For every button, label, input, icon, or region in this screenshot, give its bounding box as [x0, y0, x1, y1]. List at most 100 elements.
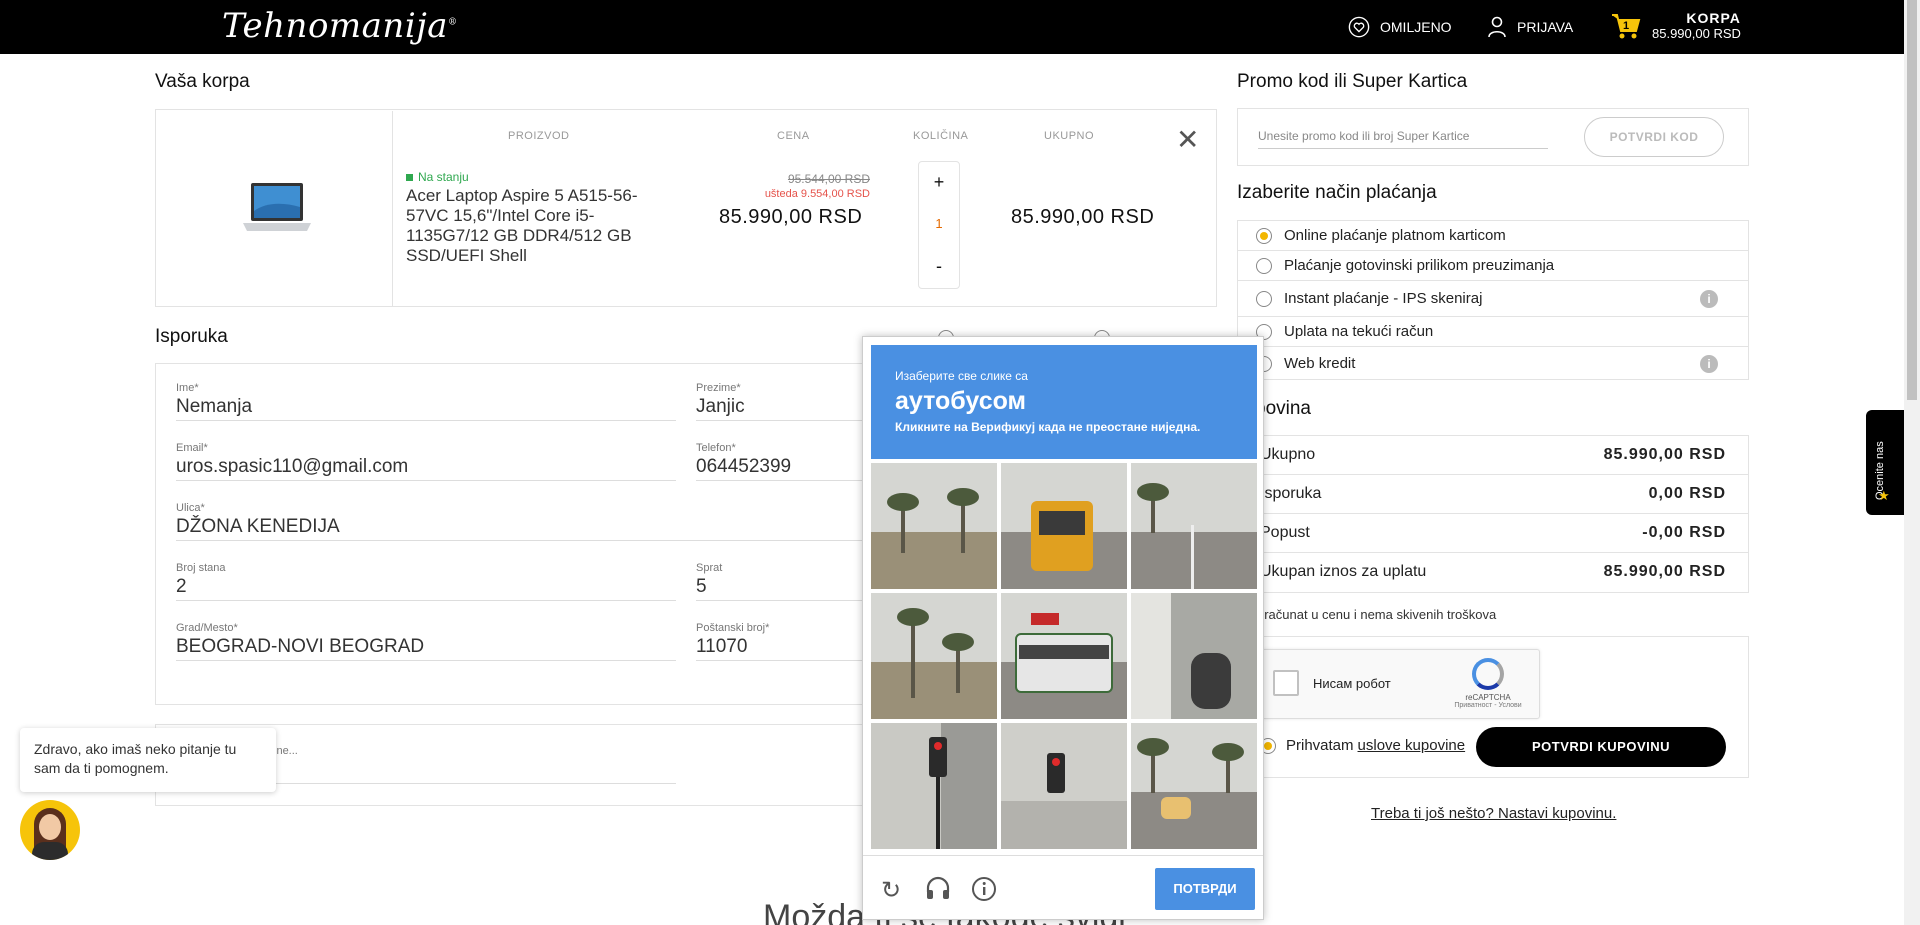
cart-count-badge: 1 [1623, 20, 1630, 32]
cart-icon-wrap: 1 [1610, 11, 1642, 41]
continue-shopping-link[interactable]: Treba ti još nešto? Nastavi kupovinu. [1371, 805, 1616, 822]
summary-delivery-value: 0,00 RSD [1648, 485, 1726, 502]
captcha-keyword: аутобусом [895, 387, 1027, 415]
product-name-link[interactable]: Acer Laptop Aspire 5 A515-56-57VC 15,6"/… [406, 186, 646, 266]
terms-link[interactable]: uslove kupovine [1358, 737, 1466, 754]
captcha-tile-2[interactable] [1001, 463, 1127, 589]
ips-info-icon[interactable]: i [1700, 289, 1718, 308]
chat-avatar[interactable] [20, 800, 80, 860]
captcha-tile-3[interactable] [1131, 463, 1257, 589]
captcha-instructions: Изаберите све слике са аутобусом Кликнит… [871, 345, 1257, 459]
recaptcha-logo: reCAPTCHA Приватност - Услови [1445, 658, 1531, 709]
laptop-image [243, 183, 311, 231]
cart-box: PROIZVOD CENA KOLIČINA UKUPNO Na stanju … [155, 109, 1217, 307]
tehnomanija-logo[interactable]: Tehnomanija® [222, 6, 458, 46]
city-field[interactable]: Grad/Mesto* BEOGRAD-NOVI BEOGRAD [176, 622, 676, 661]
payment-options: Online plaćanje platnom karticom Plaćanj… [1237, 220, 1749, 380]
column-quantity: KOLIČINA [913, 130, 969, 142]
summary-total-value: 85.990,00 RSD [1603, 446, 1726, 463]
product-image[interactable] [157, 111, 393, 307]
captcha-tile-7[interactable] [871, 723, 997, 849]
captcha-tile-6[interactable] [1131, 593, 1257, 719]
payment-radio-card[interactable] [1256, 227, 1272, 244]
feedback-tab[interactable]: Ocenite nas ★ [1866, 410, 1904, 515]
payment-option-cash[interactable]: Plaćanje gotovinski prilikom preuzimanja [1238, 251, 1748, 281]
saving-amount: ušteda 9.554,00 RSD [764, 188, 870, 200]
favorites-link[interactable]: OMILJENO [1348, 16, 1452, 38]
payment-label-cash: Plaćanje gotovinski prilikom preuzimanja [1284, 257, 1555, 274]
payment-option-transfer[interactable]: Uplata na tekući račun [1238, 317, 1748, 347]
confirm-box: Нисам робот reCAPTCHA Приватност - Услов… [1237, 636, 1749, 778]
city-input[interactable]: BEOGRAD-NOVI BEOGRAD [176, 636, 676, 661]
captcha-tile-8[interactable] [1001, 723, 1127, 849]
quantity-value[interactable]: 1 [919, 202, 959, 246]
headphones-icon[interactable] [925, 876, 951, 907]
recaptcha-links[interactable]: Приватност - Услови [1445, 702, 1531, 709]
chat-greeting-bubble[interactable]: Zdravo, ako imaš neko pitanje tu sam da … [20, 728, 276, 792]
confirm-code-button[interactable]: POTVRDI KOD [1584, 117, 1724, 157]
recaptcha-widget: Нисам робот reCAPTCHA Приватност - Услов… [1260, 649, 1540, 719]
payment-label-credit: Web kredit [1284, 355, 1356, 372]
thumbs-up-icon: ★ [1878, 488, 1890, 503]
payment-option-ips[interactable]: Instant plaćanje - IPS skeniraj i [1238, 281, 1748, 317]
captcha-tile-1[interactable] [871, 463, 997, 589]
column-product: PROIZVOD [508, 130, 570, 142]
first-name-input[interactable]: Nemanja [176, 396, 676, 421]
quantity-plus-button[interactable]: + [919, 162, 959, 202]
apartment-field[interactable]: Broj stana 2 [176, 562, 676, 601]
recaptcha-checkbox[interactable] [1273, 670, 1299, 696]
promo-title: Promo kod ili Super Kartica [1237, 71, 1468, 92]
captcha-verify-button[interactable]: ПОТВРДИ [1155, 868, 1255, 910]
summary-total-label: Ukupno [1260, 446, 1316, 463]
favorites-label: OMILJENO [1380, 19, 1452, 35]
payment-label-ips: Instant plaćanje - IPS skeniraj [1284, 290, 1483, 307]
captcha-image-grid [871, 463, 1259, 849]
payment-option-credit[interactable]: Web kredit i [1238, 347, 1748, 380]
info-icon[interactable] [971, 876, 997, 909]
login-link[interactable]: PRIJAVA [1487, 16, 1573, 38]
summary-box: Ukupno 85.990,00 RSD Isporuka 0,00 RSD P… [1237, 435, 1749, 593]
captcha-instruction-line: Изаберите све слике са [895, 369, 1028, 383]
credit-info-icon[interactable]: i [1700, 354, 1718, 373]
email-label: Email* [176, 442, 208, 454]
captcha-tile-4[interactable] [871, 593, 997, 719]
apartment-input[interactable]: 2 [176, 576, 676, 601]
captcha-instruction-hint: Кликните на Верификуј када не преостане … [895, 420, 1201, 434]
email-input[interactable]: uros.spasic110@gmail.com [176, 456, 676, 481]
remove-item-close-icon[interactable]: ✕ [1176, 126, 1199, 154]
reload-icon[interactable]: ↻ [881, 876, 901, 905]
first-name-field[interactable]: Ime* Nemanja [176, 382, 676, 421]
first-name-label: Ime* [176, 382, 199, 394]
apartment-label: Broj stana [176, 562, 226, 574]
email-field[interactable]: Email* uros.spasic110@gmail.com [176, 442, 676, 481]
column-total: UKUPNO [1044, 130, 1095, 142]
delivery-title: Isporuka [155, 326, 228, 347]
cart-link[interactable]: 1 KORPA 85.990,00 RSD [1610, 10, 1741, 42]
recaptcha-brand: reCAPTCHA [1465, 693, 1511, 702]
confirm-purchase-button[interactable]: POTVRDI KUPOVINU [1476, 727, 1726, 767]
captcha-footer: ↻ ПОТВРДИ [863, 855, 1263, 919]
avatar-face [39, 814, 61, 840]
captcha-tile-9[interactable] [1131, 723, 1257, 849]
page-scrollbar[interactable] [1904, 0, 1920, 925]
payment-option-card[interactable]: Online plaćanje platnom karticom [1238, 221, 1748, 251]
accept-terms-prefix: Prihvatam [1286, 737, 1354, 754]
unit-price: 85.990,00 RSD [719, 206, 863, 228]
promo-code-input[interactable]: Unesite promo kod ili broj Super Kartice [1258, 129, 1548, 149]
headphones-icon-svg [926, 876, 950, 899]
captcha-tile-5[interactable] [1001, 593, 1127, 719]
cart-total: 85.990,00 RSD [1652, 26, 1741, 41]
summary-row-delivery: Isporuka 0,00 RSD [1238, 475, 1748, 514]
summary-discount-value: -0,00 RSD [1642, 524, 1726, 541]
heart-icon [1348, 16, 1370, 38]
payment-label-transfer: Uplata na tekući račun [1284, 323, 1434, 340]
summary-grand-total-label: Ukupan iznos za uplatu [1260, 563, 1427, 580]
payment-radio-ips[interactable] [1256, 290, 1272, 307]
quantity-minus-button[interactable]: - [919, 246, 959, 286]
payment-title: Izaberite način plaćanja [1237, 182, 1437, 203]
scrollbar-thumb[interactable] [1907, 0, 1917, 400]
payment-label-card: Online plaćanje platnom karticom [1284, 227, 1506, 244]
captcha-challenge-dialog: Изаберите све слике са аутобусом Кликнит… [862, 336, 1264, 920]
accept-terms[interactable]: Prihvatam uslove kupovine [1260, 737, 1465, 754]
payment-radio-cash[interactable] [1256, 257, 1272, 274]
